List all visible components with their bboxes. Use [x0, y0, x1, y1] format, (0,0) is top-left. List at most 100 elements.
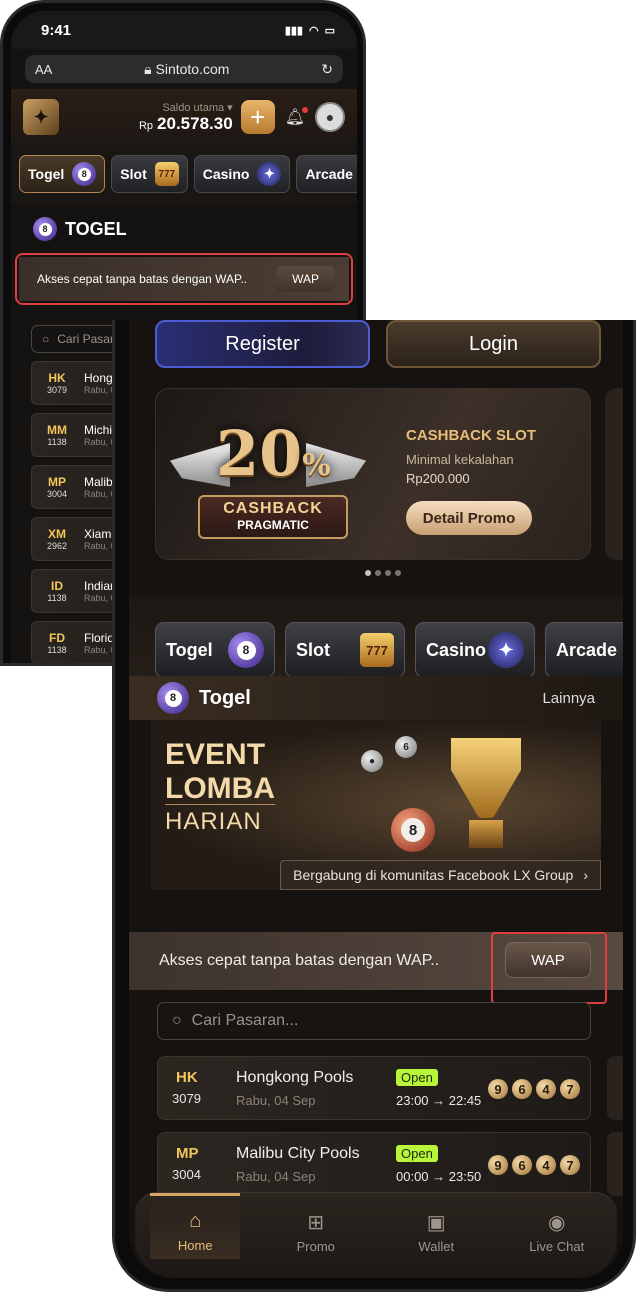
- lock-icon: 🔒︎: [144, 60, 156, 77]
- lottery-ball-icon: 6: [395, 736, 417, 758]
- table-row[interactable]: MP 3004 Malibu City Pools Rabu, 04 Sep Open 0…: [157, 1132, 591, 1196]
- login-button[interactable]: Login: [386, 320, 601, 368]
- facebook-community-link[interactable]: Bergabung di komunitas Facebook LX Group…: [280, 860, 601, 890]
- tab-togel[interactable]: Togel 8: [155, 622, 275, 678]
- avatar[interactable]: ●: [315, 102, 345, 132]
- bell-icon[interactable]: 🔔︎: [285, 107, 309, 127]
- pool-number: 2962: [46, 541, 68, 551]
- status-bar: 9:41 ▮▮▮ ◠ ▭: [11, 11, 357, 49]
- reload-icon[interactable]: ↻: [321, 61, 333, 78]
- table-row[interactable]: HK 3079 Hongkong Pools Rabu, 04 Sep Open 23:0…: [157, 1056, 591, 1120]
- tab-casino[interactable]: Casino ✦: [415, 622, 535, 678]
- pool-code: MP: [176, 1145, 199, 1162]
- pool-row-peek: [607, 1056, 623, 1120]
- nav-label: Promo: [296, 1239, 335, 1254]
- carousel-dot[interactable]: [365, 570, 371, 576]
- wap-button[interactable]: WAP: [505, 942, 591, 978]
- tab-slot[interactable]: Slot 777: [111, 155, 188, 193]
- pool-code-block: XM 2962: [42, 527, 72, 551]
- category-tabs-back: Togel 8 Slot 777 Casino ✦ Arcade: [11, 145, 357, 203]
- pool-number: 3079: [46, 385, 68, 395]
- register-button[interactable]: Register: [155, 320, 370, 368]
- promo-next-peek[interactable]: [605, 388, 623, 560]
- tab-label: Casino: [202, 166, 250, 182]
- wap-button[interactable]: WAP: [276, 266, 335, 292]
- app-header: ✦ Saldo utama ▾ Rp 20.578.30 + 🔔︎ ●: [11, 89, 357, 145]
- nav-live-chat[interactable]: ◉ Live Chat: [512, 1211, 602, 1278]
- tab-label: Slot: [296, 639, 330, 660]
- nav-home[interactable]: ⌂ Home: [150, 1193, 241, 1259]
- category-tabs: Togel 8 Slot 777 Casino ✦ Arcade: [129, 596, 623, 688]
- slot-777-icon: 777: [154, 162, 179, 186]
- casino-chip-icon: ✦: [257, 162, 282, 186]
- event-line1: EVENT: [165, 738, 266, 771]
- carousel-dot[interactable]: [375, 570, 381, 576]
- balance-display[interactable]: Saldo utama ▾ Rp 20.578.30: [139, 101, 233, 134]
- promo-banner[interactable]: 20% CASHBACK PRAGMATIC CASHBACK SLOT Min…: [155, 388, 591, 560]
- togel-title-text: Togel: [199, 686, 251, 709]
- chat-icon: ◉: [548, 1211, 566, 1234]
- status-badge: Open: [396, 1069, 438, 1086]
- badge-percent-sign: %: [302, 448, 331, 483]
- carousel-dot[interactable]: [385, 570, 391, 576]
- brand-logo[interactable]: ✦: [23, 99, 59, 135]
- pool-code-block: ID 1138: [42, 579, 72, 603]
- badge-line1: CASHBACK: [223, 500, 323, 517]
- saldo-label: Saldo utama ▾: [162, 101, 233, 114]
- tab-slot[interactable]: Slot 777: [285, 622, 405, 678]
- detail-promo-button[interactable]: Detail Promo: [406, 501, 532, 535]
- browser-url-bar[interactable]: AA 🔒︎ Sintoto.com ↻: [25, 55, 343, 83]
- pool-code: MM: [47, 423, 67, 437]
- badge-ribbon: CASHBACK PRAGMATIC: [198, 495, 348, 539]
- home-icon: ⌂: [189, 1209, 202, 1232]
- wap-highlight-box: Akses cepat tanpa batas dengan WAP.. WAP: [15, 253, 353, 305]
- wap-banner: Akses cepat tanpa batas dengan WAP.. WAP: [129, 932, 623, 1004]
- pool-code: FD: [49, 631, 65, 645]
- togel-section: 8 Togel Lainnya EVENT LOMBA HARIAN ● 6 8 …: [129, 676, 623, 890]
- wallet-icon: ▣: [426, 1211, 446, 1234]
- nav-label: Home: [177, 1238, 213, 1253]
- tab-label: Slot: [120, 166, 147, 182]
- lottery-ball-icon: 8: [72, 162, 97, 186]
- togel-title: 8 Togel: [157, 682, 251, 714]
- carousel-dot[interactable]: [395, 570, 401, 576]
- phone-front-screen: Register Login 20% CASHBACK PRAGMATIC CA…: [129, 320, 623, 1278]
- result-digit: 9: [488, 1155, 508, 1175]
- tab-label: Togel: [28, 166, 65, 182]
- search-input[interactable]: ○ Cari Pasaran...: [157, 1002, 591, 1040]
- lottery-ball-icon: 8: [391, 808, 435, 852]
- wap-banner: Akses cepat tanpa batas dengan WAP.. WAP: [19, 257, 349, 301]
- casino-chip-icon: ✦: [488, 632, 524, 668]
- currency-label: Rp: [138, 119, 154, 132]
- search-icon: ○: [42, 332, 50, 346]
- result-digit: 4: [536, 1079, 556, 1099]
- tab-arcade[interactable]: Arcade: [545, 622, 623, 678]
- pool-number: 1138: [47, 437, 67, 447]
- lainnya-link[interactable]: Lainnya: [542, 690, 595, 707]
- bottom-nav: ⌂ Home ⊞ Promo ▣ Wallet ◉ Live Chat: [135, 1192, 617, 1278]
- tab-label: Arcade: [556, 639, 618, 660]
- tab-arcade[interactable]: Arcade: [296, 155, 357, 193]
- pool-date: Rabu, 04 Sep: [236, 1169, 316, 1184]
- tab-casino[interactable]: Casino ✦: [193, 155, 291, 193]
- wap-text: Akses cepat tanpa batas dengan WAP..: [37, 272, 248, 286]
- result-digit: 4: [536, 1155, 556, 1175]
- balance-value: 20.578.30: [157, 113, 233, 133]
- tab-togel[interactable]: Togel 8: [19, 155, 106, 193]
- status-icons: ▮▮▮ ◠ ▭: [285, 24, 335, 37]
- pool-number: 3004: [172, 1167, 201, 1182]
- event-banner[interactable]: EVENT LOMBA HARIAN ● 6 8 Bergabung di kom…: [151, 720, 601, 890]
- pool-number: 3079: [172, 1091, 201, 1106]
- pool-number: 1138: [47, 593, 67, 603]
- result-digit: 7: [560, 1155, 580, 1175]
- deposit-button[interactable]: +: [240, 100, 275, 134]
- url-display[interactable]: 🔒︎ Sintoto.com: [144, 61, 229, 78]
- pool-time: 00:00 → 23:50: [396, 1169, 482, 1184]
- result-digit: 6: [512, 1155, 532, 1175]
- nav-promo[interactable]: ⊞ Promo: [271, 1211, 361, 1278]
- nav-wallet[interactable]: ▣ Wallet: [391, 1211, 481, 1278]
- pool-code: HK: [48, 371, 66, 385]
- text-size-button[interactable]: AA: [35, 62, 52, 77]
- pool-code-block: MM 1138: [42, 423, 72, 447]
- facebook-strip-text: Bergabung di komunitas Facebook LX Group: [293, 867, 574, 883]
